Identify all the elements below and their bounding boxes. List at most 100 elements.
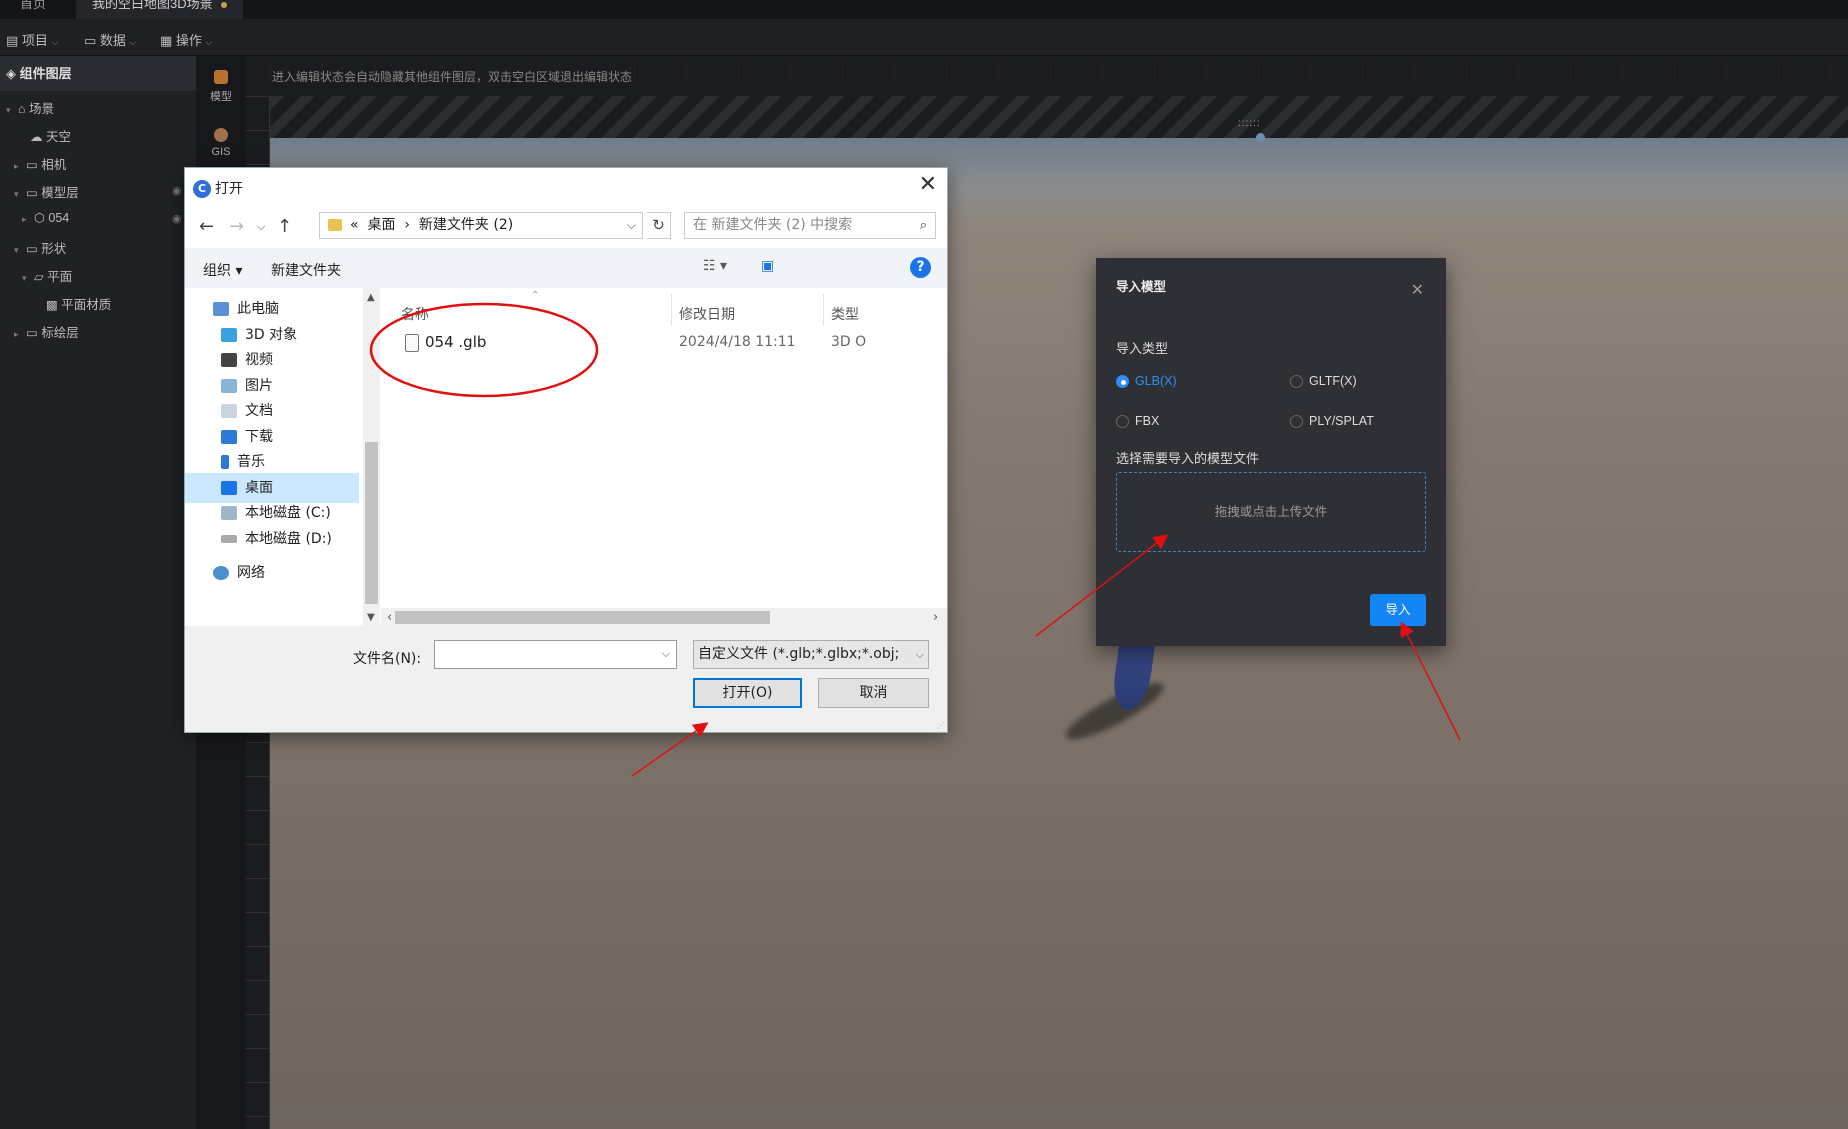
forward-icon[interactable]: → [229, 216, 244, 237]
nav-label: 图片 [245, 378, 273, 394]
file-type-filter[interactable]: 自定义文件 (*.glb;*.glbx;*.obj; ⌵ [693, 640, 929, 669]
nav-label: 3D 对象 [245, 327, 298, 343]
column-divider[interactable] [671, 294, 672, 326]
filename-input[interactable]: ⌵ [434, 640, 677, 669]
radio-fbx[interactable]: FBX [1116, 414, 1160, 429]
open-button[interactable]: 打开(O) [693, 678, 802, 708]
column-divider[interactable] [823, 294, 824, 326]
tab-bar: 首页 我的空白地图3D场景 [0, 0, 1848, 19]
file-list: ⌃ 名称 修改日期 类型 054 .glb 2024/4/18 11:11 3D… [381, 288, 947, 626]
close-icon[interactable]: ✕ [919, 172, 937, 197]
recent-chevron-icon[interactable]: ⌵ [257, 220, 265, 234]
close-icon[interactable]: ✕ [1411, 280, 1424, 300]
nav-drive-d[interactable]: 本地磁盘 (D:) [185, 524, 359, 554]
nav-label: 本地磁盘 (D:) [245, 531, 332, 547]
file-name: 054 .glb [425, 333, 487, 351]
tab-home[interactable]: 首页 [4, 0, 62, 19]
import-button[interactable]: 导入 [1370, 594, 1426, 626]
new-folder-button[interactable]: 新建文件夹 [271, 260, 341, 280]
breadcrumb-desktop[interactable]: 桌面 [367, 217, 395, 233]
desktop-icon [221, 481, 237, 495]
cube-icon [221, 328, 237, 342]
resize-grip-icon[interactable]: ⋰ [937, 721, 945, 730]
unsaved-dot-icon [220, 1, 227, 8]
column-type[interactable]: 类型 [831, 304, 859, 324]
dropzone-text: 拖拽或点击上传文件 [1214, 505, 1328, 519]
tree-item-plot-layer[interactable]: ▸ ▭ 标绘层 [14, 322, 79, 341]
eye-icon[interactable]: ◉ [172, 212, 182, 225]
file-row[interactable]: 054 .glb 2024/4/18 11:11 3D O [381, 326, 947, 358]
scroll-left-icon[interactable]: ‹ [387, 610, 392, 625]
scroll-down-icon[interactable]: ▼ [367, 612, 375, 623]
resize-handle[interactable] [1256, 133, 1265, 142]
layers-title-label: 组件图层 [19, 66, 72, 81]
layers-panel: ◈ 组件图层 ▾ ⌂ 场景 ☁ 天空 ▸ ▭ 相机 ▾ ▭ 模型层 ▸ ⬡ 054 ▾ ▭… [0, 56, 196, 1129]
tree-item-model-layer[interactable]: ▾ ▭ 模型层 [14, 182, 79, 201]
radio-label: FBX [1135, 414, 1160, 428]
menu-data[interactable]: ▭ 数据 ⌵ [84, 30, 136, 49]
gis-button[interactable]: GIS [196, 128, 246, 158]
navigation-pane: 此电脑 3D 对象 视频 图片 文档 下载 音乐 桌面 本地磁盘 (C:) 本地… [185, 288, 359, 626]
column-modified[interactable]: 修改日期 [679, 304, 735, 324]
organize-button[interactable]: 组织 ▾ [203, 260, 242, 280]
tree-label: 场景 [29, 102, 55, 116]
menu-ops-label: 操作 [175, 33, 202, 48]
radio-gltf[interactable]: GLTF(X) [1290, 374, 1357, 389]
up-icon[interactable]: ↑ [277, 216, 292, 237]
tree-label: 054 [48, 211, 70, 225]
view-options-icon[interactable]: ☷ ▾ [703, 258, 727, 274]
address-bar[interactable]: « 桌面 › 新建文件夹 (2) ⌵ [319, 212, 643, 239]
refresh-icon[interactable]: ↻ [647, 212, 671, 239]
cancel-button[interactable]: 取消 [818, 678, 929, 708]
hscrollbar-thumb[interactable] [395, 611, 770, 624]
radio-ply-splat[interactable]: PLY/SPLAT [1290, 414, 1374, 429]
tree-label: 天空 [45, 130, 71, 144]
drag-handle-icon[interactable]: :::::: [1238, 118, 1261, 129]
nav-label: 网络 [237, 565, 265, 581]
tree-label: 平面 [47, 270, 73, 284]
tree-item-scene[interactable]: ▾ ⌂ 场景 [6, 98, 54, 117]
eye-icon[interactable]: ◉ [172, 184, 182, 197]
tab-home-label: 首页 [20, 0, 47, 11]
chevron-down-icon[interactable]: ⌵ [662, 647, 670, 661]
nav-network[interactable]: 网络 [185, 558, 359, 588]
radio-glb[interactable]: GLB(X) [1116, 374, 1177, 389]
tree-label: 形状 [41, 242, 67, 256]
import-type-label: 导入类型 [1116, 341, 1169, 356]
file-name-cell: 054 .glb [405, 326, 486, 358]
tree-item-plane[interactable]: ▾ ▱ 平面 [22, 266, 72, 285]
breadcrumb-folder[interactable]: 新建文件夹 (2) [419, 217, 513, 233]
tree-item-camera[interactable]: ▸ ▭ 相机 [14, 154, 66, 173]
help-icon[interactable]: ? [910, 257, 931, 278]
model-label: 模型 [210, 91, 232, 103]
upload-dropzone[interactable]: 拖拽或点击上传文件 [1116, 472, 1426, 552]
document-icon [221, 404, 237, 418]
column-name[interactable]: 名称 [401, 304, 429, 324]
menu-data-label: 数据 [99, 33, 126, 48]
model-button[interactable]: 模型 [196, 70, 246, 104]
3d-file-icon [405, 333, 419, 352]
scroll-up-icon[interactable]: ▲ [367, 292, 375, 303]
menu-project[interactable]: ▤ 项目 ⌵ [6, 30, 58, 49]
search-input[interactable]: 在 新建文件夹 (2) 中搜索 ⌕ [684, 212, 936, 239]
menu-ops[interactable]: ▦ 操作 ⌵ [160, 30, 212, 49]
nav-label: 桌面 [245, 480, 273, 496]
preview-pane-icon[interactable]: ▣ [761, 258, 774, 274]
menu-bar: ▤ 项目 ⌵ ▭ 数据 ⌵ ▦ 操作 ⌵ [0, 19, 1848, 56]
model-icon [214, 70, 228, 84]
tab-scene[interactable]: 我的空白地图3D场景 [76, 0, 243, 19]
tree-item-plane-material[interactable]: ▩ 平面材质 [46, 294, 111, 313]
back-icon[interactable]: ← [199, 216, 214, 237]
scroll-right-icon[interactable]: › [933, 610, 938, 625]
app-icon: C [193, 180, 211, 198]
drive-icon [221, 506, 237, 520]
nav-label: 本地磁盘 (C:) [245, 505, 331, 521]
nav-scrollbar-thumb[interactable] [365, 442, 378, 604]
filename-label: 文件名(N): [353, 651, 422, 667]
tree-item-054[interactable]: ▸ ⬡ 054 [22, 210, 69, 225]
chevron-down-icon[interactable]: ⌵ [627, 213, 636, 238]
filter-value: 自定义文件 (*.glb;*.glbx;*.obj; [698, 646, 900, 662]
tree-item-shapes[interactable]: ▾ ▭ 形状 [14, 238, 66, 257]
tree-item-sky[interactable]: ☁ 天空 [30, 126, 71, 145]
picture-icon [221, 379, 237, 393]
